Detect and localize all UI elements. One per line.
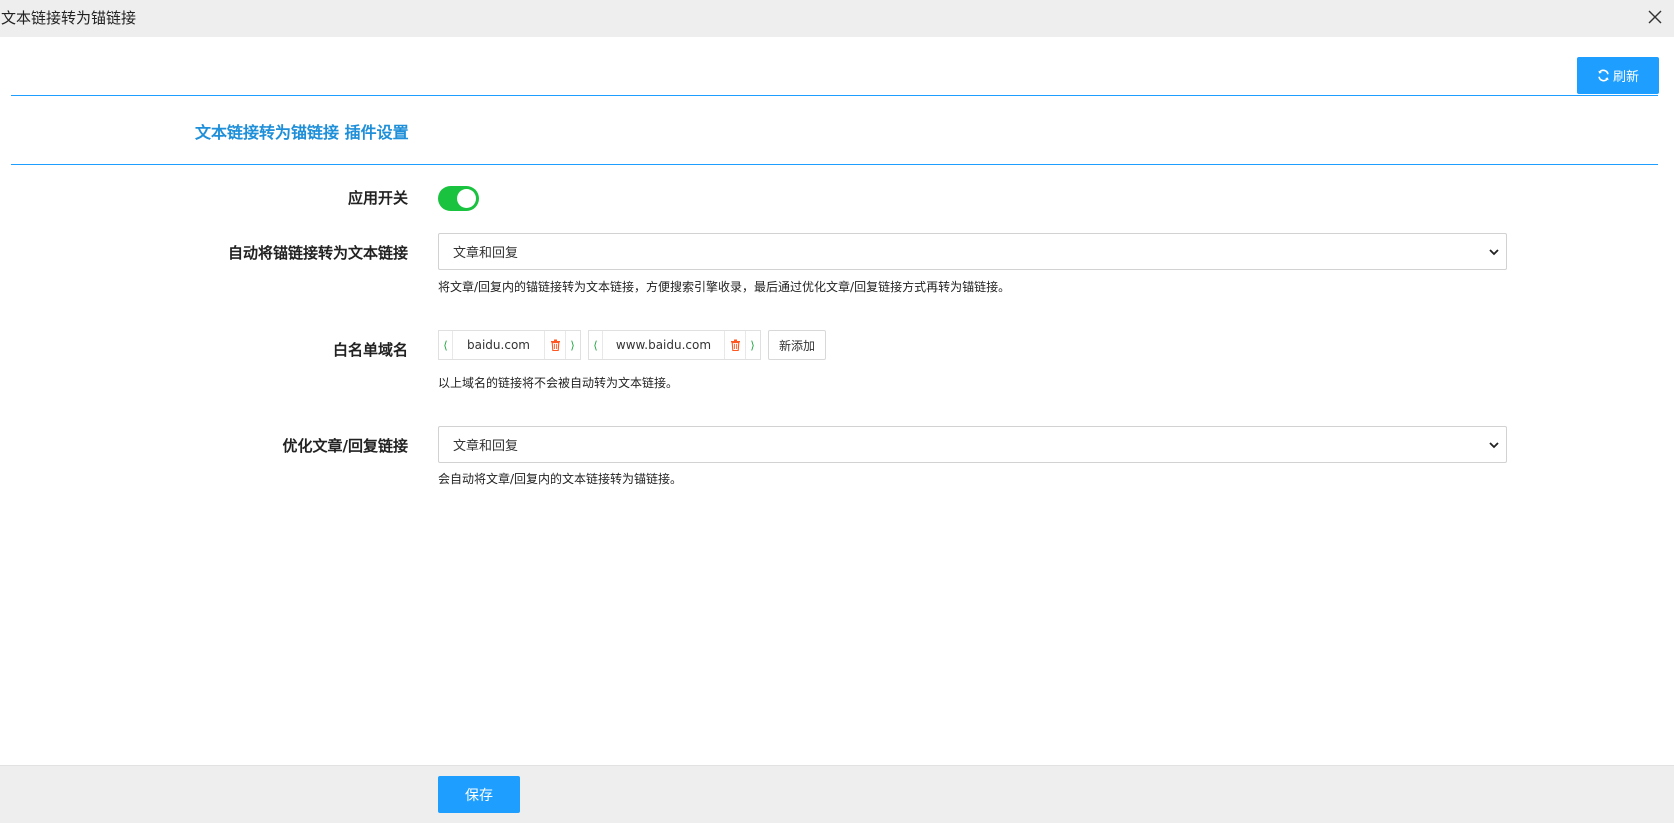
- whitelist-help: 以上域名的链接将不会被自动转为文本链接。: [438, 376, 679, 390]
- move-left-icon[interactable]: ⟨: [439, 331, 453, 359]
- whitelist-tag: ⟨ www.baidu.com ⟩: [588, 330, 761, 360]
- delete-icon[interactable]: [545, 331, 565, 359]
- refresh-icon: [1598, 69, 1609, 82]
- auto-convert-selected-value: 文章和回复: [453, 246, 519, 261]
- optimize-help: 会自动将文章/回复内的文本链接转为锚链接。: [438, 472, 683, 486]
- move-right-icon[interactable]: ⟩: [565, 331, 579, 359]
- section-divider: [11, 164, 1658, 165]
- close-icon[interactable]: [1644, 6, 1666, 28]
- toggle-knob: [457, 189, 476, 208]
- refresh-button[interactable]: 刷新: [1577, 57, 1659, 94]
- app-switch-toggle[interactable]: [438, 186, 479, 211]
- add-domain-button[interactable]: 新添加: [768, 330, 826, 360]
- whitelist-tag-value: baidu.com: [453, 331, 545, 359]
- window-title: 文本链接转为锚链接: [1, 9, 137, 27]
- auto-convert-help: 将文章/回复内的锚链接转为文本链接，方便搜索引擎收录，最后通过优化文章/回复链接…: [438, 280, 1011, 294]
- delete-icon[interactable]: [725, 331, 745, 359]
- chevron-down-icon: [1489, 442, 1499, 449]
- save-button[interactable]: 保存: [438, 776, 520, 813]
- top-divider: [11, 95, 1658, 96]
- app-switch-label: 应用开关: [347, 189, 408, 207]
- section-title: 文本链接转为锚链接 插件设置: [195, 123, 409, 142]
- optimize-selected-value: 文章和回复: [453, 439, 519, 454]
- move-left-icon[interactable]: ⟨: [589, 331, 603, 359]
- footer-bar: [0, 765, 1674, 823]
- refresh-button-label: 刷新: [1612, 69, 1639, 84]
- optimize-select[interactable]: 文章和回复: [438, 426, 1507, 463]
- auto-convert-select[interactable]: 文章和回复: [438, 233, 1507, 270]
- whitelist-label: 白名单域名: [332, 341, 408, 359]
- chevron-down-icon: [1489, 249, 1499, 256]
- whitelist-tag-value: www.baidu.com: [603, 331, 725, 359]
- auto-convert-label: 自动将锚链接转为文本链接: [227, 244, 408, 262]
- whitelist-tag: ⟨ baidu.com ⟩: [438, 330, 581, 360]
- move-right-icon[interactable]: ⟩: [745, 331, 759, 359]
- optimize-label: 优化文章/回复链接: [282, 437, 408, 455]
- window-titlebar: 文本链接转为锚链接: [0, 0, 1674, 37]
